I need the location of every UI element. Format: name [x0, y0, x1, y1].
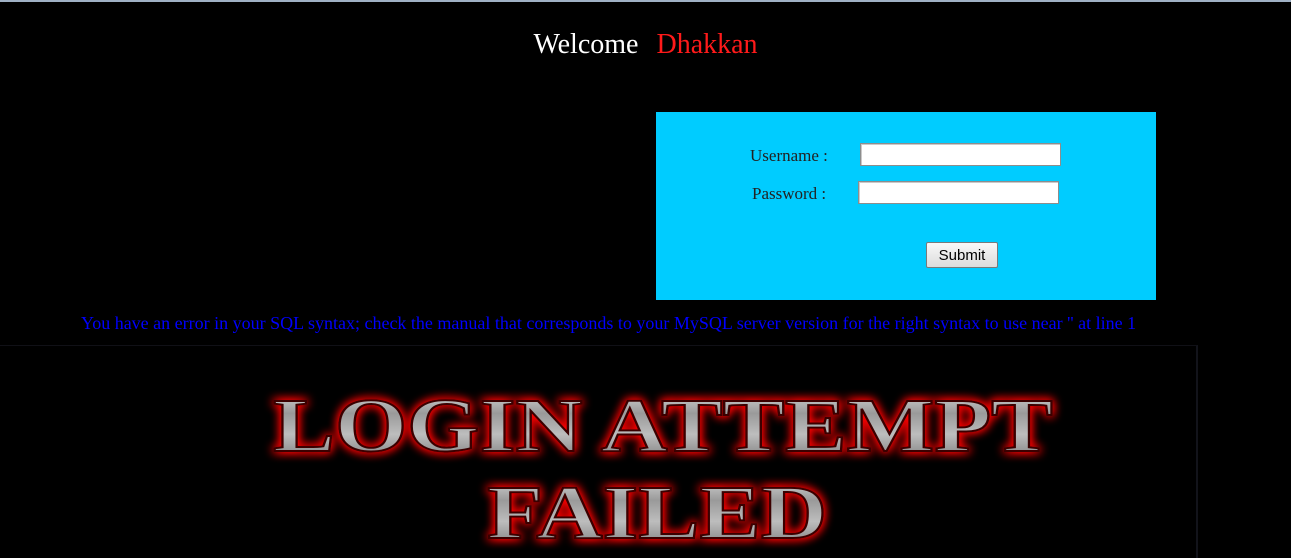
login-failed-banner: LOGIN ATTEMPT FAILED [0, 345, 1198, 558]
username-input[interactable] [860, 143, 1061, 166]
welcome-text: Welcome [533, 29, 639, 60]
banner-line2: FAILED [487, 471, 827, 555]
username-label: Username : [750, 146, 828, 165]
sql-error-message: You have an error in your SQL syntax; ch… [81, 313, 1137, 333]
welcome-heading: Welcome Dhakkan [0, 28, 1291, 62]
password-input[interactable] [858, 181, 1059, 204]
login-failed-image: LOGIN ATTEMPT FAILED [272, 383, 1054, 556]
password-label: Password : [752, 184, 827, 203]
user-name: Dhakkan [656, 29, 758, 60]
login-form: Username : Password : Submit [656, 112, 1156, 300]
banner-line1: LOGIN ATTEMPT [273, 384, 1053, 468]
browser-top-border [0, 0, 1291, 2]
submit-button[interactable]: Submit [926, 242, 998, 268]
